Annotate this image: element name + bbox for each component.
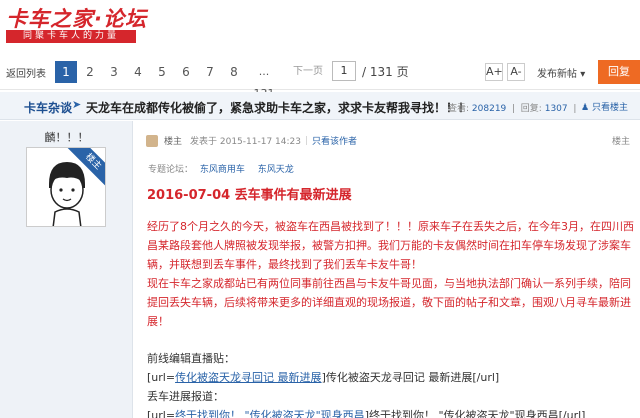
page-jump: 1 / 131 页 [332, 61, 409, 81]
progress-report-link[interactable]: 终于找到你！ "传化被盗天龙"现身西昌 [175, 409, 365, 418]
topic-forums: 专题论坛： 东风商用车 东风天龙 [148, 162, 294, 175]
user-icon: ♟ [581, 103, 590, 113]
paragraph-1: 经历了8个月之久的今天，被盗车在西昌被找到了！！！原来车子在丢失之后，在今年3月… [147, 220, 634, 271]
forum-label: 专题论坛： [148, 165, 194, 175]
progress-report-link-line: [url=终于找到你！ "传化被盗天龙"现身西昌]终于找到你！ "传化被盗天龙"… [147, 406, 635, 418]
back-to-list-link[interactable]: 返回列表 [6, 65, 46, 80]
thread-stats: 查看: 208219 | 回复: 1307 | [448, 104, 580, 114]
page-6-button[interactable]: 6 [175, 61, 197, 83]
floor-label: 楼主 [611, 137, 630, 147]
post-content: 经历了8个月之久的今天，被盗车在西昌被找到了！！！原来车子在丢失之后，在今年3月… [147, 217, 635, 418]
only-author-label: 只看楼主 [591, 103, 628, 113]
avatar[interactable]: 楼主 [26, 147, 106, 227]
reply-button[interactable]: 回复 [598, 60, 640, 84]
new-post-dropdown[interactable]: 发布新帖 ▾ [537, 65, 585, 80]
site-logo[interactable]: 卡车之家·论坛 [6, 3, 147, 33]
chevron-down-icon: ▾ [580, 69, 586, 80]
small-avatar-icon [146, 134, 158, 147]
live-post-link-line: [url=传化被盗天龙寻回记 最新进展]传化被盗天龙寻回记 最新进展[/url] [147, 368, 635, 387]
page-3-button[interactable]: 3 [103, 61, 125, 83]
pagination-toolbar: 返回列表 1 2 3 4 5 6 7 8 ... 131 下一页 1 / 131… [0, 56, 640, 100]
page-numbers: 1 2 3 4 5 6 7 8 ... 131 下一页 [55, 61, 331, 100]
next-page-button[interactable]: 下一页 [287, 61, 329, 83]
last-page-button[interactable]: ... 131 [247, 61, 281, 100]
page-7-button[interactable]: 7 [199, 61, 221, 83]
only-author-link[interactable]: ♟ 只看楼主 [581, 100, 628, 113]
progress-report-label: 丢车进展报道： [147, 390, 224, 403]
page-8-button[interactable]: 8 [223, 61, 245, 83]
forum-tag-tianlong[interactable]: 东风天龙 [258, 165, 294, 175]
url-prefix: [url= [147, 371, 176, 384]
page-jump-input[interactable]: 1 [332, 61, 356, 81]
page-1-button[interactable]: 1 [55, 61, 77, 83]
views-count: 208219 [471, 104, 507, 114]
board-name-link[interactable]: 卡车杂谈 [24, 99, 72, 116]
post-meta: 楼主 发表于 2015-11-17 14:23 | 只看该作者 [146, 134, 357, 147]
author-profile: 麟！！！ 楼主 [0, 121, 133, 418]
post-heading: 2016-07-04 丢车事件有最新进展 [147, 188, 352, 203]
live-post-label: 前线编辑直播贴： [147, 352, 235, 365]
site-tagline: 同聚卡车人的力量 [6, 30, 136, 43]
font-decrease-button[interactable]: A- [507, 63, 525, 81]
url-prefix: [url= [147, 409, 176, 418]
url-suffix: ]终于找到你！ "传化被盗天龙"现身西昌[/url] [364, 409, 586, 418]
arrow-right-icon: ➤ [72, 98, 82, 111]
only-this-author-link[interactable]: 只看该作者 [312, 134, 357, 147]
post-time: 发表于 2015-11-17 14:23 [190, 137, 301, 147]
post-body: 楼主 发表于 2015-11-17 14:23 | 只看该作者 楼主 专题论坛：… [134, 121, 640, 418]
paragraph-2: 现在卡车之家成都站已有两位同事前往西昌与卡友牛哥见面，与当地执法部门确认一系列手… [147, 277, 631, 328]
replies-label: 回复: [520, 104, 542, 114]
views-label: 查看: [448, 104, 470, 114]
author-username[interactable]: 麟！！！ [0, 129, 133, 145]
live-post-link[interactable]: 传化被盗天龙寻回记 最新进展 [175, 371, 322, 384]
thread-header: 卡车杂谈 ➤ 天龙车在成都传化被偷了，紧急求助卡车之家，求求卡友帮我寻找！！！ … [0, 92, 640, 120]
replies-count: 1307 [544, 104, 568, 114]
url-suffix: ]传化被盗天龙寻回记 最新进展[/url] [321, 371, 500, 384]
page-5-button[interactable]: 5 [151, 61, 173, 83]
page-4-button[interactable]: 4 [127, 61, 149, 83]
owner-tag: 楼主 [164, 137, 183, 147]
page-2-button[interactable]: 2 [79, 61, 101, 83]
thread-title: 天龙车在成都传化被偷了，紧急求助卡车之家，求求卡友帮我寻找！！！ [86, 101, 471, 115]
new-post-label: 发布新帖 [537, 69, 577, 80]
site-header: 卡车之家·论坛 同聚卡车人的力量 [0, 0, 640, 50]
font-increase-button[interactable]: A+ [485, 63, 503, 81]
page-total: / 131 页 [362, 64, 409, 79]
forum-tag-dongfeng[interactable]: 东风商用车 [200, 165, 245, 175]
